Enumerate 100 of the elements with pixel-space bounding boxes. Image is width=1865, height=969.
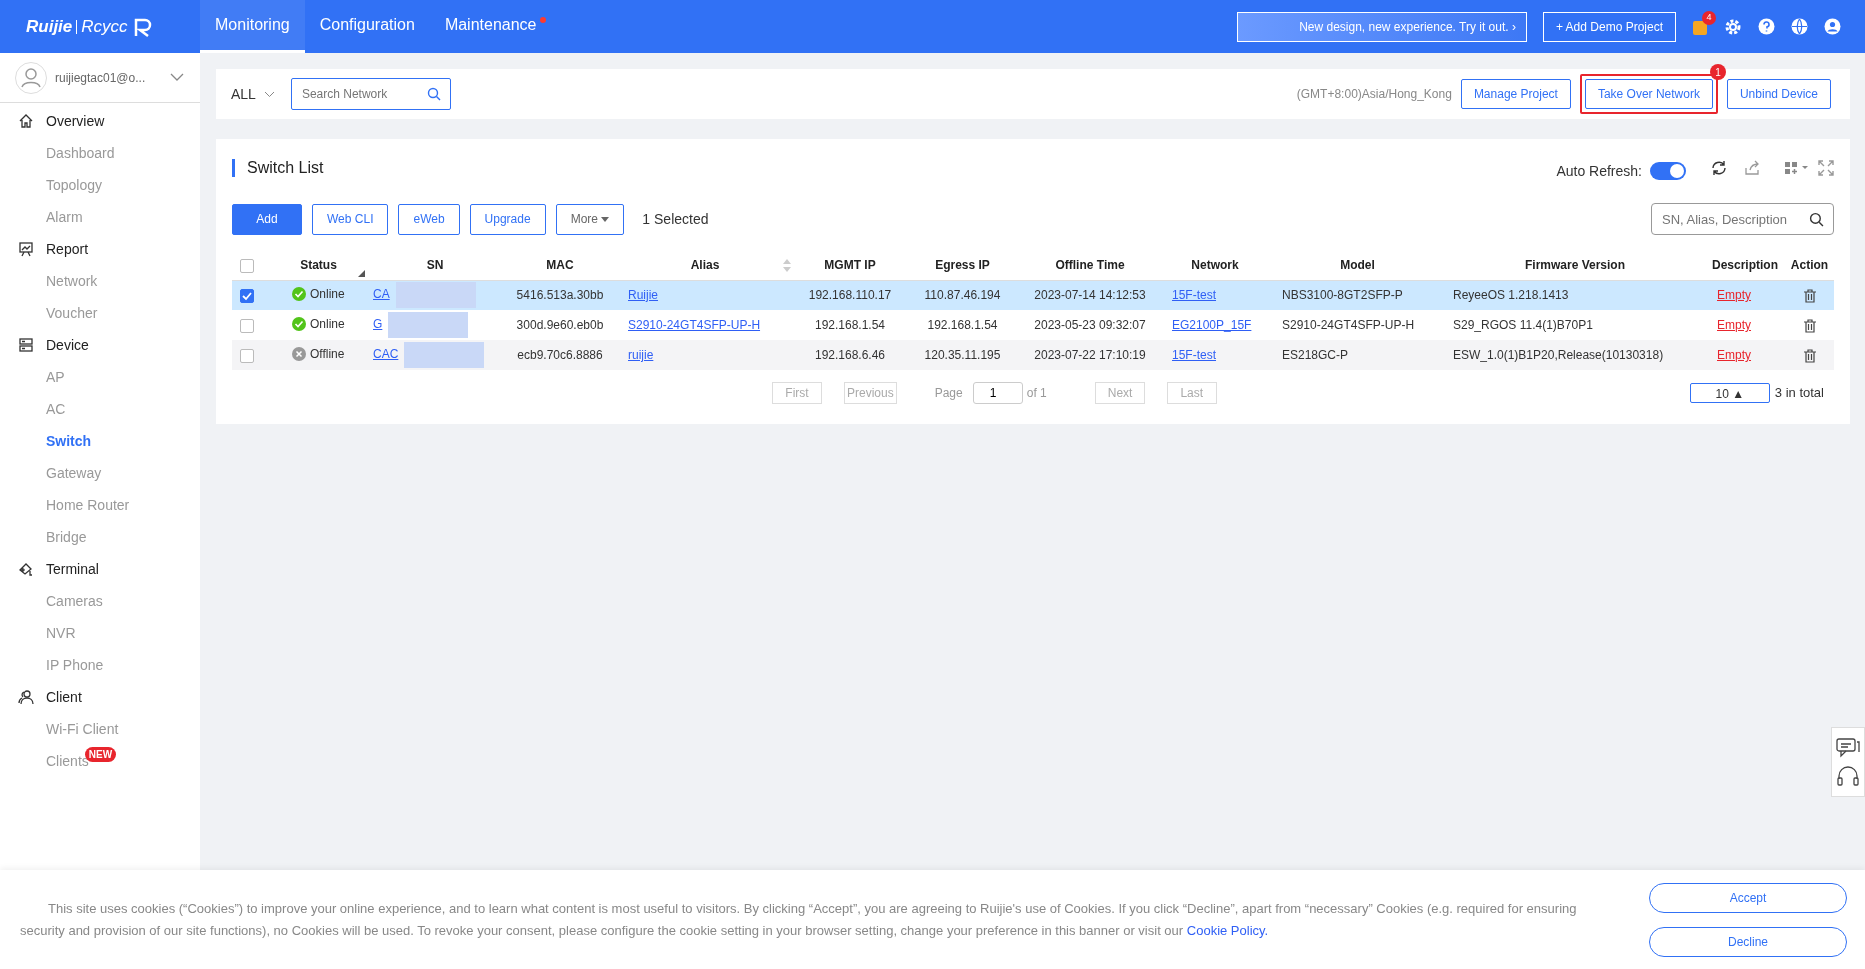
sidebar-group[interactable]: Terminal	[46, 558, 99, 580]
column-header: MGMT IP	[824, 258, 876, 273]
user-account-name: ruijiegtac01@o...	[55, 69, 146, 87]
help-icon[interactable]	[1758, 18, 1775, 35]
delete-icon[interactable]	[1803, 289, 1816, 304]
alias-link[interactable]: S2910-24GT4SFP-UP-H	[623, 318, 761, 332]
avatar-icon	[15, 61, 47, 94]
table-row[interactable]: Online CA 5416.513a.30bb Ruijie 192.168.110.17 110.87.46.194 2023-07-14 14:12:53 15F-test NBS3100-8GT2SFP-P ReyeeOS 1.218.1413 Empty	[232, 280, 1834, 310]
scope-dropdown[interactable]: ALL	[231, 83, 275, 105]
sidebar-item[interactable]: IP Phone	[0, 649, 104, 681]
egress-ip: 120.35.11.195	[924, 348, 1001, 362]
nav-tab[interactable]: Maintenance	[429, 0, 552, 53]
description-link[interactable]: Empty	[1713, 318, 1751, 332]
auto-refresh-toggle[interactable]	[1650, 162, 1686, 180]
alias-link[interactable]: Ruijie	[623, 288, 658, 303]
mac-address: 5416.513a.30bb	[516, 288, 604, 303]
sidebar-item[interactable]: Switch	[0, 425, 92, 457]
table-row[interactable]: Offline CAC ecb9.70c6.8886 ruijie 192.168.6.46 120.35.11.195 2023-07-22 17:10:19 15F-test ES218GC-P ESW_1.0(1)B1P20,Release(10130318) Empty	[232, 340, 1834, 370]
action-button[interactable]: Web CLI	[312, 203, 389, 235]
mgmt-ip: 192.168.6.46	[814, 348, 886, 362]
row-checkbox[interactable]	[240, 348, 254, 363]
decline-button[interactable]: Decline	[1649, 926, 1847, 957]
action-button[interactable]: Add	[232, 203, 302, 235]
refresh-icon[interactable]	[1710, 159, 1728, 177]
headset-icon[interactable]	[1836, 766, 1860, 788]
sidebar-group[interactable]: Client	[46, 686, 82, 708]
add-demo-project-button[interactable]: + Add Demo Project	[1542, 11, 1676, 42]
action-button[interactable]: eWeb	[398, 203, 460, 235]
search-network-field[interactable]: Search Network	[290, 78, 451, 110]
total-count: 3 in total	[1774, 384, 1824, 403]
sidebar-item[interactable]: Wi-Fi Client	[0, 713, 119, 745]
firmware-version: ReyeeOS 1.218.1413	[1453, 288, 1569, 303]
delete-icon[interactable]	[1803, 318, 1816, 333]
previous-page-button[interactable]: Previous	[844, 382, 897, 404]
home-icon	[18, 113, 34, 129]
sidebar-item[interactable]: Voucher	[0, 297, 98, 329]
sidebar-item[interactable]: NVR	[0, 617, 76, 649]
serial-number-link[interactable]: CA	[373, 287, 390, 302]
serial-number-link[interactable]: G	[373, 317, 383, 332]
settings-icon[interactable]	[1724, 17, 1742, 36]
page-size-dropdown[interactable]: 10 ▲	[1689, 383, 1770, 403]
delete-icon[interactable]	[1803, 348, 1816, 363]
section-title: Switch List	[247, 158, 324, 178]
row-checkbox[interactable]	[240, 318, 254, 333]
search-icon	[426, 87, 441, 101]
sidebar-item[interactable]: Topology	[0, 169, 103, 201]
sidebar-item[interactable]: Gateway	[0, 457, 102, 489]
action-button[interactable]: More	[555, 203, 625, 235]
toolbar-button[interactable]: Manage Project	[1460, 79, 1571, 109]
notification-badge: 4	[1702, 10, 1716, 25]
sidebar-item[interactable]: AP	[0, 361, 65, 393]
sidebar-item[interactable]: Network	[0, 265, 98, 297]
sidebar-item[interactable]: Cameras	[0, 585, 103, 617]
device-search-field[interactable]: SN, Alias, Description	[1651, 203, 1834, 235]
sidebar-group[interactable]: Overview	[46, 110, 105, 132]
action-button[interactable]: Upgrade	[469, 203, 546, 235]
fullscreen-icon[interactable]	[1818, 160, 1834, 176]
globe-icon[interactable]	[1791, 18, 1808, 35]
serial-number-link[interactable]: CAC	[373, 347, 399, 362]
page-number-field[interactable]: 1	[972, 382, 1023, 404]
alias-link[interactable]: ruijie	[623, 348, 654, 362]
user-icon[interactable]	[1824, 18, 1841, 35]
sidebar-item[interactable]: Home Router	[0, 489, 130, 521]
column-header: MAC	[546, 258, 574, 273]
column-header: Action	[1790, 258, 1829, 273]
cookie-policy-link[interactable]: Cookie Policy.	[1186, 922, 1269, 938]
chevron-down-icon[interactable]	[170, 73, 184, 82]
export-icon[interactable]	[1744, 160, 1760, 176]
sidebar-item[interactable]: Alarm	[0, 201, 83, 233]
mgmt-ip: 192.168.1.54	[814, 318, 886, 332]
network-link[interactable]: EG2100P_15F	[1168, 318, 1252, 332]
next-page-button[interactable]: Next	[1094, 382, 1145, 404]
select-all-checkbox[interactable]	[240, 259, 254, 274]
firmware-version: S29_RGOS 11.4(1)B70P1	[1453, 318, 1593, 332]
sidebar-item[interactable]: Clients	[0, 745, 89, 777]
model-text: NBS3100-8GT2SFP-P	[1281, 288, 1403, 303]
row-checkbox[interactable]	[240, 289, 254, 304]
first-page-button[interactable]: First	[772, 382, 822, 404]
logo-divider	[76, 19, 78, 34]
sidebar-item[interactable]: Dashboard	[0, 137, 115, 169]
sidebar-item[interactable]: Bridge	[0, 521, 87, 553]
chat-icon[interactable]	[1836, 736, 1860, 758]
accept-button[interactable]: Accept	[1649, 882, 1847, 913]
model-text: S2910-24GT4SFP-UP-H	[1281, 318, 1415, 332]
nav-tab[interactable]: Monitoring	[200, 0, 305, 53]
toolbar-button[interactable]: Take Over Network	[1584, 79, 1713, 109]
sidebar-group[interactable]: Report	[46, 238, 89, 260]
last-page-button[interactable]: Last	[1166, 382, 1217, 404]
sidebar-item[interactable]: AC	[0, 393, 66, 425]
toolbar-button[interactable]: Unbind Device	[1726, 79, 1831, 109]
sort-icon[interactable]	[358, 269, 365, 277]
table-row[interactable]: Online G 300d.9e60.eb0b S2910-24GT4SFP-UP-H 192.168.1.54 192.168.1.54 2023-05-23 09:32:07 EG2100P_15F S2910-24GT4SFP-UP-H S29_RGOS 11.4(1)B70P1 Empty	[232, 310, 1834, 340]
column-settings-icon[interactable]	[1784, 160, 1810, 176]
search-icon	[1809, 212, 1824, 227]
column-header: Alias	[690, 258, 720, 273]
promo-button[interactable]: New design, new experience. Try it out. ›	[1236, 11, 1527, 42]
mac-address: ecb9.70c6.8886	[517, 348, 603, 362]
users-icon	[18, 689, 34, 705]
sidebar-group[interactable]: Device	[46, 334, 89, 356]
nav-tab[interactable]: Configuration	[304, 0, 430, 53]
